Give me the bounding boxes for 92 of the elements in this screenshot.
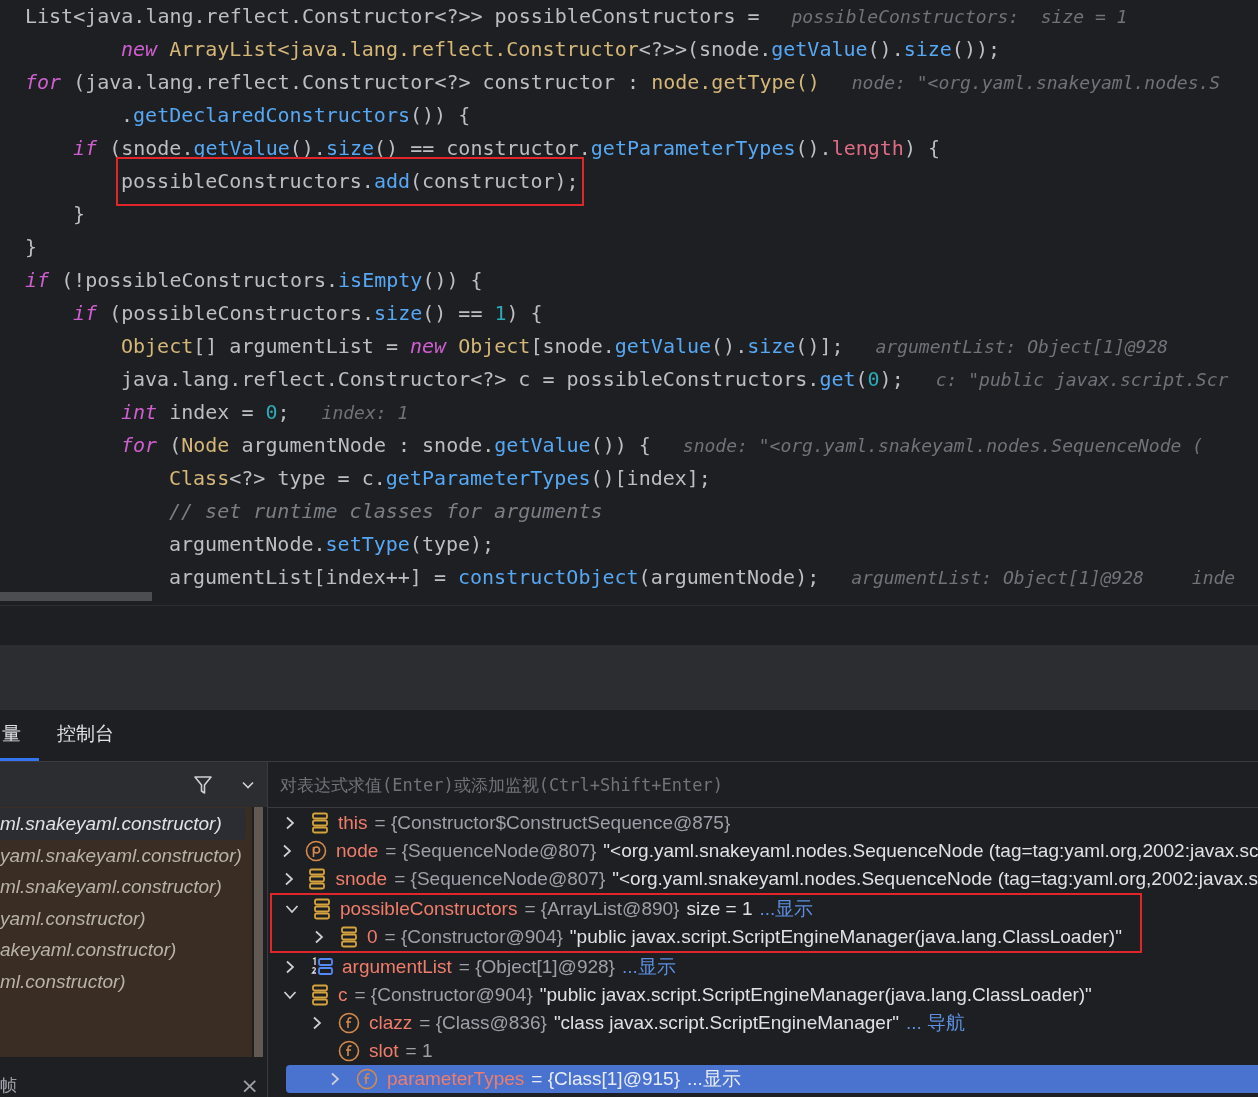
section-label: 帧 xyxy=(0,1074,17,1097)
inline-value-hint: inde xyxy=(1191,566,1236,590)
panel-tab[interactable]: 控制台 xyxy=(39,710,132,761)
variable-name: this xyxy=(338,812,368,834)
chevron-down-icon[interactable] xyxy=(283,990,297,1000)
variable-row[interactable]: parameterTypes = {Class[1]@915} ...显示 xyxy=(286,1065,1258,1093)
variable-name: snode xyxy=(335,868,388,890)
code-line: } xyxy=(73,201,86,228)
variable-name: parameterTypes xyxy=(387,1068,525,1090)
inline-value-hint: node: "<org.yaml.snakeyaml.nodes.S xyxy=(851,71,1221,95)
variable-name: possibleConstructors xyxy=(340,898,518,920)
code-line: int index = 0; xyxy=(121,399,290,426)
code-line: argumentList[index++] = constructObject(argumentNode); xyxy=(169,564,820,591)
variable-reference: = {Constructor@904} xyxy=(354,984,533,1006)
inline-value-hint: argumentList: Object[1]@928 xyxy=(851,566,1144,590)
variable-reference: = 1 xyxy=(405,1040,433,1062)
inline-value-hint: argumentList: Object[1]@928 xyxy=(875,335,1169,359)
variable-link[interactable]: ...显示 xyxy=(759,896,814,922)
variable-row[interactable]: 0 = {Constructor@904} "public javax.script.ScriptEngineManager(java.lang.ClassLoader)" xyxy=(270,923,1122,951)
variable-link[interactable]: ...显示 xyxy=(687,1066,741,1092)
variable-value: "class javax.script.ScriptEngineManager" xyxy=(553,1012,899,1034)
variable-reference: = {Class[1]@915} xyxy=(531,1068,680,1090)
variable-value: "public javax.script.ScriptEngineManager(java.lang.ClassLoader)" xyxy=(569,926,1122,948)
field-icon xyxy=(338,1040,360,1062)
stack-icon xyxy=(311,984,329,1006)
stack-icon xyxy=(308,868,327,890)
chevron-right-icon[interactable] xyxy=(312,1016,322,1030)
stack-icon xyxy=(311,812,329,834)
code-line: for (Node argumentNode : snode.getValue()) { xyxy=(121,432,651,459)
variable-name: slot xyxy=(369,1040,399,1062)
variable-reference: = {Object[1]@928} xyxy=(458,956,615,978)
variable-name: argumentList xyxy=(342,956,452,978)
chevron-right-icon[interactable] xyxy=(282,844,292,858)
stack-frame-item[interactable]: ml.snakeyaml.constructor) xyxy=(0,871,246,903)
code-line: if (!possibleConstructors.isEmpty()) { xyxy=(25,267,483,294)
variable-reference: = {Constructor$ConstructSequence@875} xyxy=(374,812,731,834)
code-line: argumentNode.setType(type); xyxy=(169,531,495,558)
code-line: new ArrayList<java.lang.reflect.Constructor<?>>(snode.getValue().size()); xyxy=(121,36,1000,63)
variable-name: node xyxy=(336,840,379,862)
variable-reference: = {SequenceNode@807} xyxy=(385,840,597,862)
variable-reference: = {Class@836} xyxy=(419,1012,547,1034)
code-line: if (possibleConstructors.size() == 1) { xyxy=(73,300,543,327)
stack-icon xyxy=(340,926,358,948)
variable-reference: = {ArrayList@890} xyxy=(524,898,680,920)
variable-row[interactable]: slot = 1 xyxy=(268,1037,1258,1065)
stack-frame-item[interactable]: ml.snakeyaml.constructor) xyxy=(0,808,246,840)
variable-reference: = {SequenceNode@807} xyxy=(394,868,606,890)
code-line: .getDeclaredConstructors()) { xyxy=(121,102,471,129)
inline-value-hint: possibleConstructors: size = 1 xyxy=(791,5,1128,29)
variable-row[interactable]: snode = {SequenceNode@807} "<org.yaml.snakeyaml.nodes.SequenceNode (tag=tag:yaml.org,2002:javax.s xyxy=(268,865,1258,893)
variable-link[interactable]: ...显示 xyxy=(621,954,676,980)
code-line: // set runtime classes for arguments xyxy=(169,498,603,525)
variable-row[interactable]: node = {SequenceNode@807} "<org.yaml.snakeyaml.nodes.SequenceNode (tag=tag:yaml.org,2002:javax.sc xyxy=(268,837,1258,865)
variable-row[interactable]: this = {Constructor$ConstructSequence@875} xyxy=(268,809,1258,837)
stack-frame-item[interactable]: ml.constructor) xyxy=(0,965,246,997)
variable-value: "<org.yaml.snakeyaml.nodes.SequenceNode (tag=tag:yaml.org,2002:javax.s xyxy=(612,868,1258,890)
code-line: Object[] argumentList = new Object[snode.getValue().size()]; xyxy=(121,333,844,360)
code-line: java.lang.reflect.Constructor<?> c = possibleConstructors.get(0); xyxy=(121,366,904,393)
parameter-icon xyxy=(305,840,327,862)
chevron-right-icon[interactable] xyxy=(285,816,295,830)
inline-value-hint: snode: "<org.yaml.snakeyaml.nodes.SequenceNode ( xyxy=(682,434,1203,458)
chevron-right-icon[interactable] xyxy=(283,872,294,886)
variable-value: "public javax.script.ScriptEngineManager(java.lang.ClassLoader)" xyxy=(539,984,1092,1006)
field-icon xyxy=(338,1012,360,1034)
variable-name: 0 xyxy=(367,926,378,948)
inline-value-hint: index: 1 xyxy=(321,401,409,425)
close-button[interactable]: × xyxy=(240,1075,259,1097)
code-line: List<java.lang.reflect.Constructor<?>> possibleConstructors = xyxy=(25,3,760,30)
vertical-scrollbar[interactable] xyxy=(254,807,263,1057)
chevron-down-icon[interactable] xyxy=(285,904,299,914)
chevron-right-icon[interactable] xyxy=(285,960,295,974)
variable-link[interactable]: ... 导航 xyxy=(905,1010,966,1036)
code-line: } xyxy=(25,234,38,261)
stack-frame-item[interactable]: akeyaml.constructor) xyxy=(0,934,246,966)
chevron-right-icon[interactable] xyxy=(314,930,324,944)
variable-row[interactable]: argumentList = {Object[1]@928} ...显示 xyxy=(268,953,1258,981)
list-icon xyxy=(311,956,333,978)
horizontal-scrollbar[interactable] xyxy=(0,592,152,601)
filter-icon[interactable] xyxy=(193,774,213,795)
variable-row[interactable]: c = {Constructor@904} "public javax.script.ScriptEngineManager(java.lang.ClassLoader)" xyxy=(268,981,1258,1009)
stack-icon xyxy=(313,898,331,920)
variable-size: size = 1 xyxy=(686,898,753,920)
field-icon xyxy=(356,1068,378,1090)
variable-name: c xyxy=(338,984,348,1006)
variable-name: clazz xyxy=(369,1012,413,1034)
variable-row[interactable]: possibleConstructors = {ArrayList@890} size = 1 ...显示 xyxy=(270,895,1122,923)
variable-reference: = {Constructor@904} xyxy=(384,926,563,948)
variable-value: "<org.yaml.snakeyaml.nodes.SequenceNode (tag=tag:yaml.org,2002:javax.sc xyxy=(603,840,1258,862)
inline-value-hint: c: "public javax.script.Scr xyxy=(935,368,1229,392)
variable-row[interactable]: clazz = {Class@836} "class javax.script.ScriptEngineManager" ... 导航 xyxy=(268,1009,1258,1037)
code-line: Class<?> type = c.getParameterTypes()[index]; xyxy=(169,465,711,492)
code-line: for (java.lang.reflect.Constructor<?> constructor : node.getType() xyxy=(25,69,820,96)
